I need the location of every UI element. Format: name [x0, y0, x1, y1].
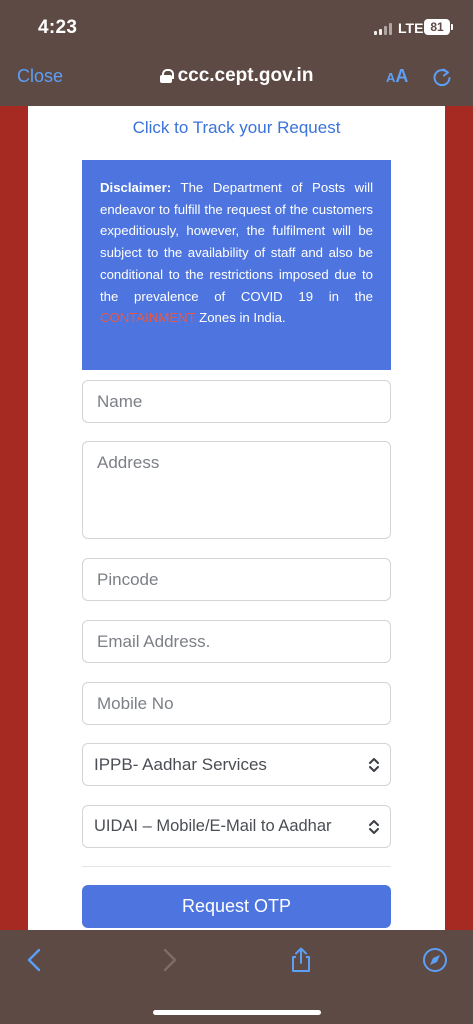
- mobile-placeholder: Mobile No: [97, 694, 174, 713]
- subservice-select-value: UIDAI – Mobile/E-Mail to Aadhar: [94, 817, 332, 835]
- reload-icon[interactable]: [431, 66, 453, 88]
- battery-icon: 81: [424, 19, 450, 35]
- pincode-placeholder: Pincode: [97, 570, 159, 589]
- cellular-signal-icon: [374, 23, 394, 35]
- share-icon[interactable]: [288, 947, 314, 973]
- compass-icon[interactable]: [422, 947, 448, 973]
- web-page: Click to Track your Request Disclaimer: …: [28, 106, 445, 930]
- name-placeholder: Name: [97, 392, 143, 411]
- chevron-updown-icon: [369, 820, 379, 834]
- mobile-input[interactable]: Mobile No: [82, 682, 391, 725]
- form-divider: [82, 866, 391, 867]
- service-select-value: IPPB- Aadhar Services: [94, 755, 267, 774]
- browser-toolbar: [0, 930, 473, 1024]
- browser-nav-bar: Close ccc.cept.gov.in AA: [0, 56, 473, 106]
- name-input[interactable]: Name: [82, 380, 391, 423]
- address-input[interactable]: Address: [82, 441, 391, 539]
- subservice-select[interactable]: UIDAI – Mobile/E-Mail to Aadhar: [82, 805, 391, 848]
- disclaimer-box: Disclaimer: The Department of Posts will…: [82, 160, 391, 370]
- battery-tip: [451, 24, 453, 30]
- back-arrow-icon[interactable]: [22, 947, 48, 973]
- status-bar: 4:23 LTE 81: [0, 0, 473, 56]
- email-placeholder: Email Address.: [97, 632, 211, 651]
- lock-icon: [159, 69, 174, 83]
- home-indicator[interactable]: [153, 1010, 321, 1015]
- browser-top-chrome: 4:23 LTE 81 Close ccc.cept.gov.in AA: [0, 0, 473, 106]
- containment-highlight: CONTAINMENT: [100, 310, 196, 326]
- disclaimer-text: The Department of Posts will endeavor to…: [100, 180, 373, 304]
- status-time: 4:23: [38, 17, 78, 38]
- track-request-link[interactable]: Click to Track your Request: [28, 118, 445, 138]
- text-size-button[interactable]: AA: [386, 66, 408, 87]
- service-select[interactable]: IPPB- Aadhar Services: [82, 743, 391, 786]
- network-type: LTE: [398, 20, 424, 36]
- forward-arrow-icon[interactable]: [156, 947, 182, 973]
- email-input[interactable]: Email Address.: [82, 620, 391, 663]
- request-otp-button[interactable]: Request OTP: [82, 885, 391, 928]
- disclaimer-text-end: Zones in India.: [195, 310, 286, 326]
- address-placeholder: Address: [97, 453, 160, 472]
- url-text: ccc.cept.gov.in: [177, 65, 314, 86]
- pincode-input[interactable]: Pincode: [82, 558, 391, 601]
- disclaimer-label: Disclaimer:: [100, 180, 172, 195]
- chevron-updown-icon: [369, 758, 379, 772]
